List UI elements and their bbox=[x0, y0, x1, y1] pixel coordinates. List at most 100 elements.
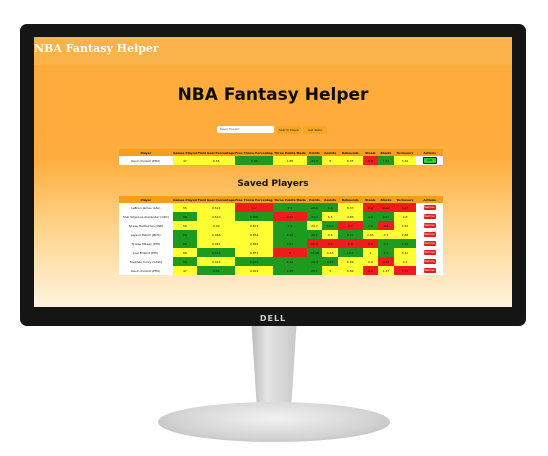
stat-cell-stl: 0.9 bbox=[362, 203, 379, 212]
column-header: Field Goal Percentage bbox=[197, 149, 236, 156]
stat-cell-gp: 47 bbox=[172, 156, 198, 165]
stat-cell-pts: 29.4 bbox=[306, 257, 323, 266]
stat-cell-stl: 0.8 bbox=[362, 239, 379, 248]
column-header: Free Throw Percentage bbox=[235, 196, 274, 203]
stat-cell-ft: 0.845 bbox=[235, 239, 274, 248]
stat-cell-stl: 1.6 bbox=[362, 221, 379, 230]
stat-cell-ft: 0.871 bbox=[235, 221, 274, 230]
stat-cell-tpm: 3.16 bbox=[273, 230, 307, 239]
player-search-input[interactable]: Kevin Durant bbox=[217, 126, 274, 133]
stat-cell-blk: 0.34 bbox=[378, 257, 394, 266]
remove-player-button[interactable]: Remove bbox=[423, 214, 436, 219]
stat-cell-ast: 3.5 bbox=[322, 239, 338, 248]
stat-cell-fg: 0.49 bbox=[197, 221, 236, 230]
page-title: NBA Fantasy Helper bbox=[177, 85, 369, 105]
stat-cell-ast: 5 bbox=[322, 266, 338, 275]
search-player-button[interactable]: Search Player bbox=[277, 126, 301, 134]
column-header: Rebounds bbox=[337, 196, 363, 203]
remove-player-button[interactable]: Remove bbox=[423, 259, 436, 264]
stat-cell-tpm: 1.85 bbox=[273, 156, 307, 165]
stat-cell-fg: 0.55 bbox=[197, 156, 236, 165]
stat-cell-tov: 2.88 bbox=[393, 230, 417, 239]
brand-title[interactable]: NBA Fantasy Helper bbox=[34, 42, 159, 55]
actions-cell: Remove bbox=[416, 221, 443, 230]
column-header: Rebounds bbox=[337, 149, 363, 156]
stat-cell-pts: 31.4 bbox=[306, 212, 323, 221]
remove-player-button[interactable]: Remove bbox=[423, 223, 436, 228]
stat-cell-fg: 0.56 bbox=[197, 266, 236, 275]
stat-cell-blk: 0.64 bbox=[378, 203, 394, 212]
column-header: Points bbox=[306, 149, 323, 156]
stat-cell-stl: 0.4 bbox=[362, 156, 379, 165]
stat-cell-gp: 47 bbox=[172, 266, 198, 275]
add-player-button[interactable]: Add bbox=[422, 157, 437, 164]
remove-player-button[interactable]: Remove bbox=[423, 205, 436, 210]
stat-cell-blk: 0.7 bbox=[378, 230, 394, 239]
stat-cell-ast: 4.15 bbox=[322, 248, 338, 257]
stat-cell-reb: 4.83 bbox=[337, 212, 363, 221]
stat-cell-ast: 5 bbox=[322, 156, 338, 165]
stat-cell-tpm: 1 bbox=[273, 248, 307, 257]
stat-cell-blk: 0.4 bbox=[378, 221, 394, 230]
actions-cell: Remove bbox=[416, 248, 443, 257]
stat-cell-tpm: 1.85 bbox=[273, 266, 307, 275]
column-header: Games Played bbox=[172, 149, 198, 156]
column-header: Assists bbox=[322, 196, 338, 203]
column-header: Turnovers bbox=[393, 149, 417, 156]
stat-cell-reb: 6.35 bbox=[337, 156, 363, 165]
search-results-table: Player Games Played Field Goal Percentage F… bbox=[119, 149, 443, 165]
get-stats-button[interactable]: Get Stats bbox=[303, 126, 327, 134]
stat-cell-fg: 0.514 bbox=[197, 203, 236, 212]
stat-cell-fg: 0.510 bbox=[197, 212, 236, 221]
remove-player-button[interactable]: Remove bbox=[423, 250, 436, 255]
remove-player-button[interactable]: Remove bbox=[423, 232, 436, 237]
column-header: Free Throw Percentage bbox=[235, 149, 274, 156]
stat-cell-tov: 3.41 bbox=[393, 248, 417, 257]
stat-cell-gp: 66 bbox=[172, 248, 198, 257]
stat-cell-tpm: 2.9 bbox=[273, 221, 307, 230]
table-row: LeBron James (LAL) 55 0.514 0.7 2.2 28.9 6.8 8.… bbox=[119, 203, 443, 212]
stat-cell-ft: 0.7 bbox=[235, 203, 274, 212]
stat-cell-tov: 2.8 bbox=[393, 212, 417, 221]
actions-cell: Remove bbox=[416, 257, 443, 266]
stat-cell-tov: 1.59 bbox=[393, 239, 417, 248]
column-header: Three Points Made bbox=[273, 196, 307, 203]
saved-players-table: Player Games Played Field Goal Percentage F… bbox=[119, 196, 443, 275]
monitor-frame: NBA Fantasy Helper NBA Fantasy Helper Ke… bbox=[20, 24, 526, 326]
stat-cell-ft: 0.915 bbox=[235, 257, 274, 266]
stat-cell-tpm: 2.67 bbox=[273, 239, 307, 248]
remove-player-button[interactable]: Remove bbox=[423, 241, 436, 246]
stat-cell-ft: 0.905 bbox=[235, 212, 274, 221]
player-name-cell: Kevin Durant (PHX) bbox=[119, 266, 173, 275]
stat-cell-stl: 1.6 bbox=[362, 212, 379, 221]
actions-cell: Remove bbox=[416, 203, 443, 212]
player-name-cell: Joel Embiid (PHI) bbox=[119, 248, 173, 257]
table-row: Kevin Durant (PHX) 47 0.55 0.88 1.85 29.7 5 6.3… bbox=[119, 156, 443, 165]
column-header: Turnovers bbox=[393, 196, 417, 203]
monitor-stand-base bbox=[158, 402, 390, 442]
player-name-cell: Stephen Curry (GSW) bbox=[119, 257, 173, 266]
stat-cell-pts: 29.1 bbox=[306, 266, 323, 275]
column-header: Actions bbox=[416, 149, 443, 156]
remove-player-button[interactable]: Remove bbox=[423, 268, 436, 273]
stat-cell-reb: 6.69 bbox=[337, 266, 363, 275]
actions-cell: Remove bbox=[416, 212, 443, 221]
stat-cell-reb: 8.77 bbox=[337, 230, 363, 239]
stat-cell-stl: 0.9 bbox=[362, 257, 379, 266]
table-row: Tyrese Haliburton (IND) 56 0.49 0.871 2.9 20.… bbox=[119, 221, 443, 230]
stat-cell-ast: 6.29 bbox=[322, 257, 338, 266]
stat-cell-pts: 28.9 bbox=[306, 203, 323, 212]
column-header: Field Goal Percentage bbox=[197, 196, 236, 203]
stat-cell-ast: 5.5 bbox=[322, 212, 338, 221]
stat-cell-fg: 0.481 bbox=[197, 239, 236, 248]
stat-cell-pts: 33.08 bbox=[306, 248, 323, 257]
stat-cell-ast: 4.6 bbox=[322, 230, 338, 239]
table-row: Kevin Durant (PHX) 47 0.56 0.919 1.85 29.1 5 6.… bbox=[119, 266, 443, 275]
stat-cell-tpm: 0.91 bbox=[273, 212, 307, 221]
stat-cell-pts: 29.7 bbox=[306, 156, 323, 165]
stat-cell-fg: 0.466 bbox=[197, 230, 236, 239]
monitor-stand-neck bbox=[251, 326, 297, 414]
column-header: Points bbox=[306, 196, 323, 203]
stat-cell-tov: 2.52 bbox=[393, 221, 417, 230]
stat-cell-ft: 0.88 bbox=[235, 156, 274, 165]
